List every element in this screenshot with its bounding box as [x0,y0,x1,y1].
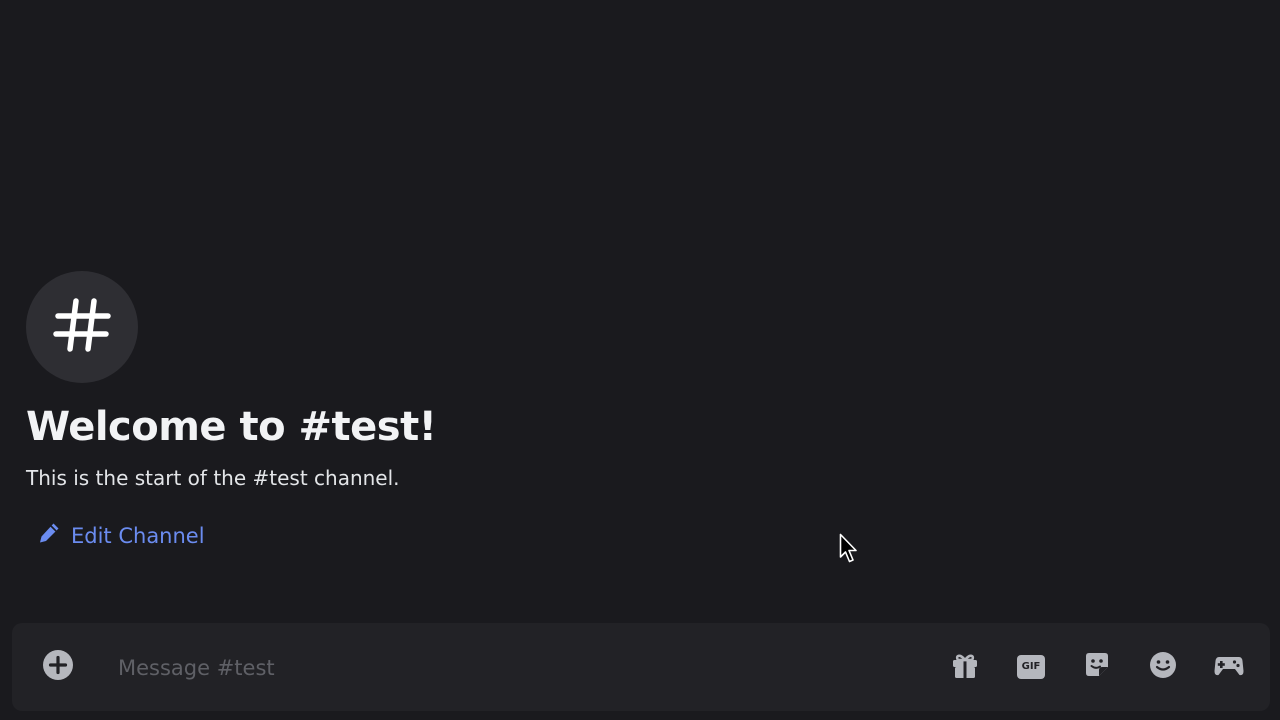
gif-button[interactable]: GIF [1012,649,1050,685]
gift-icon [950,650,980,684]
chat-area: Welcome to #test! This is the start of t… [0,0,1280,720]
gif-label: GIF [1021,661,1041,672]
sticker-icon [1082,650,1112,684]
message-input[interactable] [116,649,920,687]
gift-button[interactable] [946,649,984,685]
mouse-pointer-icon [839,533,861,565]
channel-welcome: Welcome to #test! This is the start of t… [26,271,437,550]
edit-channel-link[interactable]: Edit Channel [37,521,436,550]
add-circle-icon [42,649,74,685]
channel-avatar [26,271,138,383]
welcome-subtitle: This is the start of the #test channel. [26,466,400,490]
activities-icon [1213,651,1245,683]
composer-icons: GIF [946,649,1248,685]
activities-button[interactable] [1210,649,1248,685]
emoji-button[interactable] [1144,649,1182,685]
message-composer: GIF [12,623,1270,711]
pencil-icon [37,521,61,550]
sticker-button[interactable] [1078,649,1116,685]
add-attachment-button[interactable] [42,649,74,685]
edit-channel-label: Edit Channel [71,523,205,548]
hash-icon [52,295,112,359]
gif-icon: GIF [1016,654,1046,680]
emoji-icon [1148,650,1178,684]
welcome-title: Welcome to #test! [26,404,437,450]
